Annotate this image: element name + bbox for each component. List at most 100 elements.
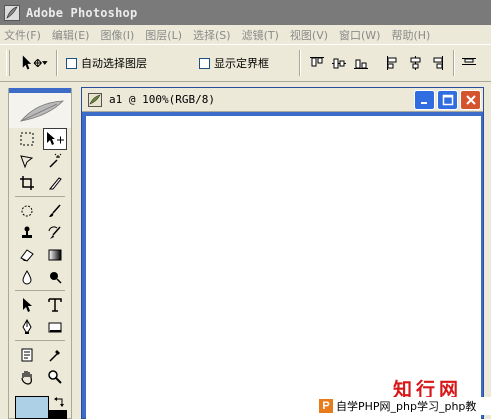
toolbox-header[interactable]	[9, 88, 71, 128]
window-controls	[412, 90, 481, 110]
eraser-tool[interactable]	[15, 244, 39, 266]
app-title: Adobe Photoshop	[26, 5, 138, 20]
photoshop-app: Adobe Photoshop 文件(F) 编辑(E) 图像(I) 图层(L) …	[0, 0, 491, 419]
swap-colors-icon[interactable]	[53, 396, 65, 408]
document-window: a1 @ 100%(RGB/8)	[81, 87, 484, 419]
marquee-tool[interactable]	[15, 128, 39, 150]
document-canvas[interactable]	[86, 116, 481, 419]
align-horizontal-centers-icon[interactable]	[407, 55, 423, 71]
rectangle-shape-icon	[48, 322, 62, 333]
document-title: a1 @ 100%(RGB/8)	[109, 93, 215, 106]
align-vertical-centers-icon[interactable]	[331, 55, 347, 71]
show-bounding-box-checkbox[interactable]: 显示定界框	[199, 55, 269, 71]
auto-select-layer-box[interactable]	[66, 57, 77, 69]
healing-brush-tool[interactable]	[15, 200, 39, 222]
tool-preset-picker[interactable]	[20, 54, 48, 72]
photoshop-feather-icon	[4, 4, 20, 21]
dodge-tool[interactable]	[43, 266, 67, 288]
menu-view[interactable]: 视图(V)	[290, 27, 328, 43]
auto-select-layer-label: 自动选择图层	[81, 57, 147, 70]
eraser-icon	[20, 249, 34, 262]
minimize-button[interactable]	[414, 90, 435, 110]
clone-stamp-tool[interactable]	[15, 222, 39, 244]
path-selection-tool[interactable]	[15, 294, 39, 316]
align-right-edges-icon[interactable]	[429, 55, 445, 71]
menu-select[interactable]: 选择(S)	[193, 27, 231, 43]
foreground-color-swatch[interactable]	[15, 396, 49, 419]
dodge-icon	[50, 272, 62, 284]
zoom-tool[interactable]	[43, 366, 67, 388]
distribute-top-icon[interactable]	[461, 55, 477, 71]
pen-tool[interactable]	[15, 316, 39, 338]
align-left-edges-icon[interactable]	[385, 55, 401, 71]
menu-window[interactable]: 窗口(W)	[339, 27, 380, 43]
notes-icon	[21, 348, 33, 362]
menu-image[interactable]: 图像(I)	[100, 27, 134, 43]
menu-edit[interactable]: 编辑(E)	[52, 27, 90, 43]
options-separator	[56, 50, 58, 76]
clone-stamp-icon	[22, 226, 32, 238]
menu-help[interactable]: 帮助(H)	[391, 27, 430, 43]
lasso-icon	[20, 155, 34, 169]
document-titlebar[interactable]: a1 @ 100%(RGB/8)	[82, 88, 483, 112]
show-bounding-box-label: 显示定界框	[214, 57, 269, 70]
slice-icon	[48, 177, 62, 190]
maximize-button[interactable]	[437, 90, 458, 110]
menu-layer[interactable]: 图层(L)	[145, 27, 182, 43]
document-icon	[88, 92, 102, 107]
chevron-down-icon	[42, 61, 48, 65]
watermark-p-icon: P	[319, 399, 333, 413]
background-color-swatch[interactable]	[49, 410, 67, 419]
move-tool[interactable]	[43, 128, 67, 150]
type-tool[interactable]	[43, 294, 67, 316]
healing-brush-icon	[21, 205, 33, 217]
eyedropper-tool[interactable]	[43, 344, 67, 366]
pen-icon	[22, 319, 32, 334]
toolbox	[8, 88, 72, 419]
tool-grid	[9, 128, 71, 388]
lasso-tool[interactable]	[15, 150, 39, 172]
crop-icon	[20, 176, 34, 190]
menu-file[interactable]: 文件(F)	[4, 27, 41, 43]
options-bar-grip[interactable]	[6, 50, 10, 76]
eyedropper-icon	[49, 350, 60, 362]
feather-logo-icon[interactable]	[17, 97, 67, 125]
zoom-icon	[48, 370, 62, 384]
minimize-icon	[420, 102, 427, 104]
auto-select-layer-checkbox[interactable]: 自动选择图层	[66, 55, 147, 71]
close-icon	[465, 95, 476, 105]
menu-bar: 文件(F) 编辑(E) 图像(I) 图层(L) 选择(S) 滤镜(T) 视图(V…	[0, 25, 491, 44]
notes-tool[interactable]	[15, 344, 39, 366]
gradient-icon	[48, 249, 62, 261]
show-bounding-box-box[interactable]	[199, 57, 210, 69]
options-bar: 自动选择图层 显示定界框	[0, 44, 491, 82]
move-icon	[47, 132, 64, 145]
path-selection-icon	[23, 298, 32, 312]
blur-drop-icon	[22, 270, 32, 285]
options-separator	[453, 50, 455, 76]
marquee-icon	[20, 132, 34, 146]
align-top-edges-icon[interactable]	[309, 55, 325, 71]
history-brush-tool[interactable]	[43, 222, 67, 244]
magic-wand-icon	[49, 153, 62, 168]
magic-wand-tool[interactable]	[43, 150, 67, 172]
gradient-tool[interactable]	[43, 244, 67, 266]
hand-tool[interactable]	[15, 366, 39, 388]
crop-tool[interactable]	[15, 172, 39, 194]
slice-tool[interactable]	[43, 172, 67, 194]
align-buttons	[299, 50, 483, 76]
shape-tool[interactable]	[43, 316, 67, 338]
align-bottom-edges-icon[interactable]	[353, 55, 369, 71]
options-separator	[299, 50, 301, 76]
brush-icon	[49, 204, 61, 217]
history-brush-icon	[48, 226, 61, 239]
brush-tool[interactable]	[43, 200, 67, 222]
menu-filter[interactable]: 滤镜(T)	[242, 27, 279, 43]
watermark-text: 自学PHP网_php学习_php教	[336, 400, 477, 413]
maximize-icon	[442, 94, 453, 106]
app-titlebar: Adobe Photoshop	[0, 0, 491, 25]
type-icon	[48, 298, 62, 312]
hand-icon	[21, 371, 32, 385]
close-button[interactable]	[460, 90, 481, 110]
blur-tool[interactable]	[15, 266, 39, 288]
